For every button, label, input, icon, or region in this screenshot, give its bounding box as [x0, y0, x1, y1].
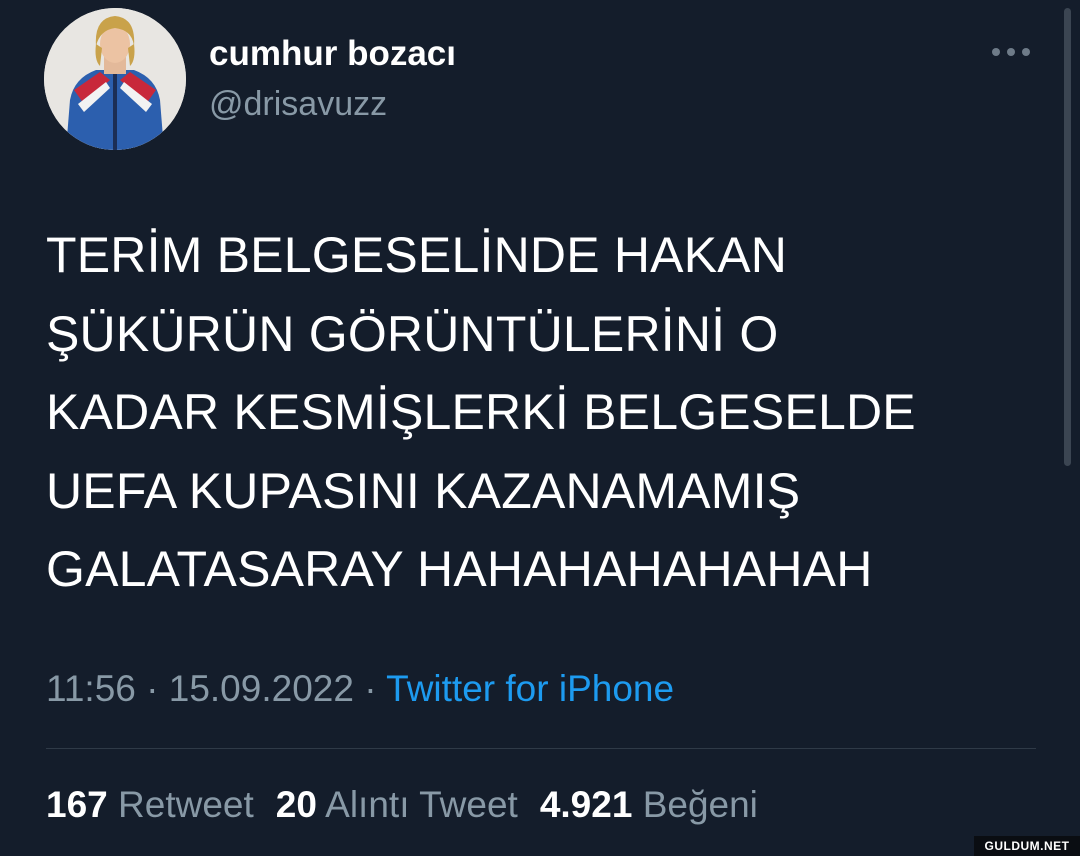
- tweet-source-link[interactable]: Twitter for iPhone: [386, 668, 674, 709]
- retweets-label: Retweet: [118, 784, 254, 825]
- tweet-text-line: GALATASARAY HAHAHAHAHAHAH: [46, 541, 873, 597]
- likes-label: Beğeni: [642, 784, 758, 825]
- tweet-date[interactable]: 15.09.2022: [169, 668, 354, 709]
- watermark: GULDUM.NET: [974, 836, 1080, 856]
- quotes-label: Alıntı Tweet: [325, 784, 518, 825]
- user-handle[interactable]: @drisavuzz: [209, 85, 387, 124]
- tweet-text-line: ŞÜKÜRÜN GÖRÜNTÜLERİNİ O: [46, 305, 779, 362]
- meta-separator: ·: [135, 668, 169, 709]
- likes-count: 4.921: [539, 784, 633, 825]
- tweet-time[interactable]: 11:56: [46, 668, 136, 709]
- tweet-stats: 167 Retweet 20 Alıntı Tweet 4.921 Beğeni: [46, 784, 758, 826]
- avatar[interactable]: [44, 8, 186, 150]
- likes-stat[interactable]: 4.921 Beğeni: [540, 784, 758, 825]
- avatar-image: [44, 8, 186, 150]
- tweet-metadata: 11:56 · 15.09.2022 · Twitter for iPhone: [46, 668, 674, 710]
- retweets-stat[interactable]: 167 Retweet: [46, 784, 254, 825]
- divider: [46, 748, 1036, 749]
- tweet-text-line: KADAR KESMİŞLERKİ BELGESELDE: [46, 384, 916, 440]
- quotes-stat[interactable]: 20 Alıntı Tweet: [276, 784, 518, 825]
- quotes-count: 20: [275, 784, 317, 825]
- scrollbar[interactable]: [1064, 8, 1071, 466]
- tweet-card: cumhur bozacı @drisavuzz TERİM BELGESELİ…: [0, 0, 1080, 856]
- tweet-text: TERİM BELGESELİNDE HAKAN ŞÜKÜRÜN GÖRÜNTÜ…: [46, 216, 1046, 609]
- retweets-count: 167: [46, 784, 108, 825]
- more-horizontal-icon[interactable]: [990, 40, 1032, 64]
- tweet-text-line: TERİM BELGESELİNDE HAKAN: [46, 227, 788, 283]
- tweet-text-line: UEFA KUPASINI KAZANAMAMIŞ: [46, 462, 801, 519]
- display-name[interactable]: cumhur bozacı: [209, 34, 456, 74]
- meta-separator: ·: [353, 668, 387, 709]
